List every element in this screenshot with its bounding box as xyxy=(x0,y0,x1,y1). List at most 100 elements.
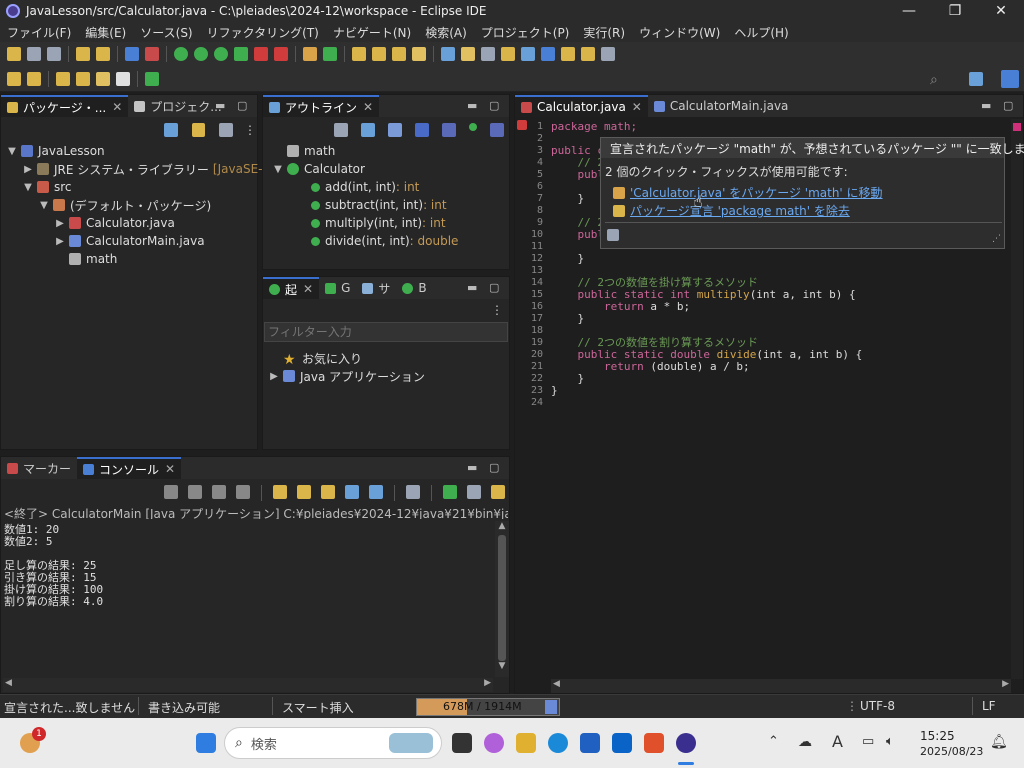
tab-calculator-main-java[interactable]: CalculatorMain.java xyxy=(648,95,795,117)
network-icon[interactable]: ▭ xyxy=(862,734,874,749)
menu-navigate[interactable]: ナビゲート(N) xyxy=(326,24,418,41)
volume-icon[interactable]: 🔈︎ xyxy=(886,734,894,749)
show-on-output-icon[interactable] xyxy=(345,485,359,499)
cloud-off-icon[interactable]: ☁ xyxy=(798,734,812,750)
chevron-right-icon[interactable]: ▶ xyxy=(55,218,65,229)
tab-markers[interactable]: マーカー xyxy=(1,457,77,479)
hide-nonpublic-icon[interactable] xyxy=(442,123,456,137)
open-console-icon[interactable] xyxy=(491,485,505,499)
maximize-icon[interactable]: ▢ xyxy=(489,99,499,112)
menu-file[interactable]: ファイル(F) xyxy=(0,24,78,41)
chevron-right-icon[interactable]: ▶ xyxy=(23,164,33,175)
task-view-icon[interactable] xyxy=(452,733,472,753)
configure-problem-severity-icon[interactable] xyxy=(607,229,619,241)
tree-item-jre[interactable]: ▶ JRE システム・ライブラリー [JavaSE-21] xyxy=(23,160,282,178)
java-perspective-icon[interactable] xyxy=(1001,70,1019,88)
maximize-icon[interactable]: ▢ xyxy=(489,281,499,294)
arrow-right-icon[interactable] xyxy=(116,72,130,86)
editor-horizontal-scrollbar[interactable]: ◀ ▶ xyxy=(551,679,1011,693)
tab-project-explorer[interactable]: プロジェク... xyxy=(128,95,227,117)
menu-help[interactable]: ヘルプ(H) xyxy=(727,24,795,41)
tab-calculator-java[interactable]: Calculator.java ✕ xyxy=(515,95,648,117)
search-icon[interactable] xyxy=(392,47,406,61)
chevron-down-icon[interactable]: ▼ xyxy=(23,182,33,193)
chevron-down-icon[interactable]: ▼ xyxy=(273,164,283,175)
collapse-icon[interactable] xyxy=(334,123,348,137)
remove-launch-icon[interactable] xyxy=(212,485,226,499)
skip-breakpoints-icon[interactable] xyxy=(174,47,188,61)
last-edit-icon[interactable] xyxy=(7,72,21,86)
menu-edit[interactable]: 編集(E) xyxy=(78,24,133,41)
edge-icon[interactable] xyxy=(548,733,568,753)
file-explorer-icon[interactable] xyxy=(516,733,536,753)
clear-console-icon[interactable] xyxy=(273,485,287,499)
tree-item-calculator-main[interactable]: ▶ CalculatorMain.java xyxy=(55,232,204,250)
link-editor-icon[interactable] xyxy=(191,123,206,137)
minimize-button[interactable]: — xyxy=(886,0,932,22)
show-on-error-icon[interactable] xyxy=(369,485,383,499)
tree-item-calculator[interactable]: ▶ Calculator.java xyxy=(55,214,175,232)
close-button[interactable]: ✕ xyxy=(978,0,1024,22)
new-icon[interactable] xyxy=(7,47,21,61)
outline-item-subtract[interactable]: subtract(int, int) : int xyxy=(311,196,447,214)
tab-package-explorer[interactable]: パッケージ・... ✕ xyxy=(1,95,129,117)
clock-date[interactable]: 2025/08/23 xyxy=(920,745,983,758)
hide-static-icon[interactable] xyxy=(415,123,429,137)
view-menu-icon[interactable]: ⋮ xyxy=(491,303,503,317)
filter-input[interactable] xyxy=(264,322,508,342)
highlight-icon[interactable] xyxy=(461,47,475,61)
store-icon[interactable] xyxy=(580,733,600,753)
block-selection-icon[interactable] xyxy=(501,47,515,61)
outline-item-divide[interactable]: divide(int, int) : double xyxy=(311,232,458,250)
prev-annotation-icon[interactable] xyxy=(581,47,595,61)
new-java-project-icon[interactable] xyxy=(303,47,317,61)
tree-item-math[interactable]: math xyxy=(55,250,117,268)
brave-icon[interactable] xyxy=(644,733,664,753)
garbage-collect-icon[interactable] xyxy=(545,700,557,714)
tree-item-src[interactable]: ▼ src xyxy=(23,178,71,196)
toggle-breakpoint-icon[interactable] xyxy=(145,47,159,61)
open-perspective-icon[interactable] xyxy=(145,72,159,86)
tree-item-project[interactable]: ▼ JavaLesson xyxy=(7,142,105,160)
remove-all-icon[interactable] xyxy=(236,485,250,499)
menu-search[interactable]: 検索(A) xyxy=(418,24,474,41)
eclipse-taskbar-icon[interactable] xyxy=(676,733,696,753)
pin-editor-icon[interactable] xyxy=(601,47,615,61)
outline-item-multiply[interactable]: multiply(int, int) : int xyxy=(311,214,446,232)
quick-fix-item[interactable]: 'Calculator.java' をパッケージ 'math' に移動 xyxy=(613,184,883,201)
minimize-icon[interactable]: ▬ xyxy=(467,99,477,112)
open-task-icon[interactable] xyxy=(372,47,386,61)
new-console-icon[interactable] xyxy=(467,485,481,499)
relaunch-icon[interactable] xyxy=(164,485,178,499)
menu-run[interactable]: 実行(R) xyxy=(576,24,632,41)
editor-vertical-scrollbar[interactable] xyxy=(1011,119,1023,679)
display-console-icon[interactable] xyxy=(443,485,457,499)
next-annotation-icon[interactable] xyxy=(561,47,575,61)
scroll-lock-icon[interactable] xyxy=(297,485,311,499)
view-menu-icon[interactable]: ⋮ xyxy=(244,123,256,139)
toolbar-search-icon[interactable]: ⌕ xyxy=(930,72,938,88)
clock-time[interactable]: 15:25 xyxy=(920,729,955,743)
outline-item-package[interactable]: math xyxy=(273,142,335,160)
close-tab-icon[interactable]: ✕ xyxy=(303,282,313,296)
coverage-icon[interactable] xyxy=(234,47,248,61)
open-type-icon[interactable] xyxy=(352,47,366,61)
heap-status[interactable]: 678M / 1914M xyxy=(416,698,560,716)
collapse-all-icon[interactable] xyxy=(164,123,178,137)
windows-start-icon[interactable] xyxy=(196,733,216,753)
outline-item-add[interactable]: add(int, int) : int xyxy=(311,178,419,196)
close-tab-icon[interactable]: ✕ xyxy=(165,462,175,476)
maximize-icon[interactable]: ▢ xyxy=(1003,99,1013,112)
tab-launch[interactable]: 起 ✕ xyxy=(263,277,320,299)
show-whitespace-icon[interactable] xyxy=(521,47,535,61)
launch-item-favorites[interactable]: ★ お気に入り xyxy=(283,349,362,369)
close-tab-icon[interactable]: ✕ xyxy=(363,100,373,114)
open-perspective-button-icon[interactable] xyxy=(969,72,983,86)
minimize-icon[interactable]: ▬ xyxy=(215,99,225,112)
outlook-icon[interactable] xyxy=(612,733,632,753)
menu-source[interactable]: ソース(S) xyxy=(133,24,199,41)
pilcrow-icon[interactable] xyxy=(541,47,555,61)
debug-icon[interactable] xyxy=(194,47,208,61)
menu-window[interactable]: ウィンドウ(W) xyxy=(632,24,727,41)
maximize-icon[interactable]: ▢ xyxy=(489,461,499,474)
